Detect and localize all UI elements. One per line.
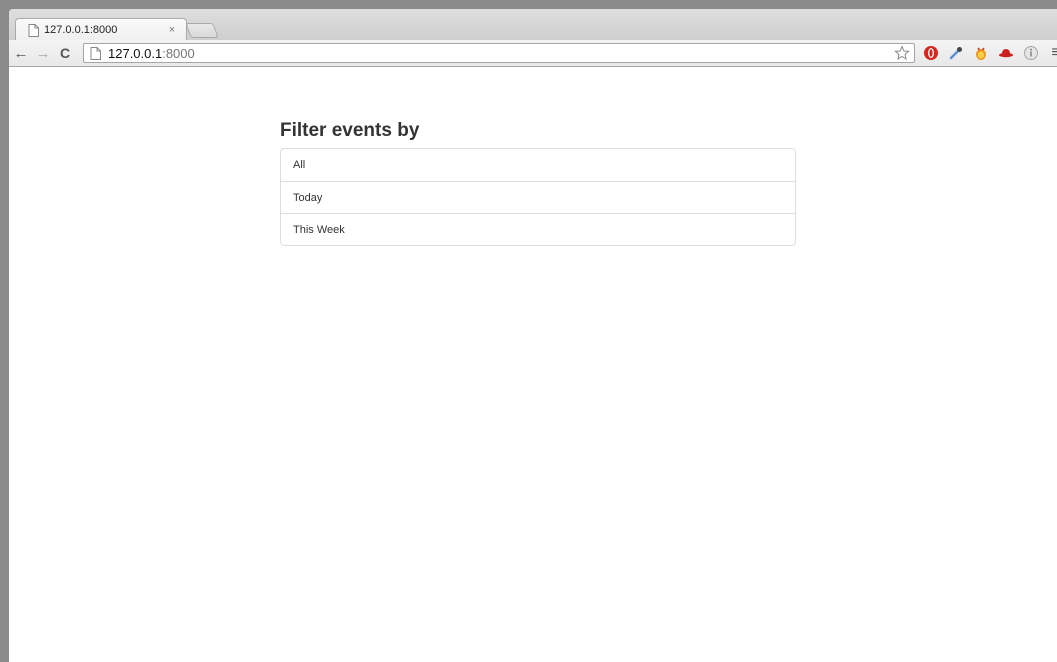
filter-list: All Today This Week [280, 148, 796, 246]
redhat-icon[interactable] [995, 42, 1017, 64]
close-tab-icon[interactable]: × [166, 24, 178, 36]
filter-item-this-week[interactable]: This Week [281, 213, 795, 245]
url-host: 127.0.0.1 [108, 45, 163, 61]
extension-icons: ≡ [920, 42, 1057, 64]
new-tab-button[interactable] [185, 23, 219, 38]
page-icon [28, 23, 39, 37]
back-icon[interactable]: ← [11, 43, 31, 63]
star-icon[interactable] [894, 45, 910, 61]
opera-icon[interactable] [920, 42, 942, 64]
filter-item-today[interactable]: Today [281, 181, 795, 213]
firebug-icon[interactable] [970, 42, 992, 64]
forward-icon[interactable]: → [33, 43, 53, 63]
page-content: Filter events by All Today This Week [9, 68, 1057, 662]
eyedropper-icon[interactable] [945, 42, 967, 64]
browser-toolbar: ← → C 127.0.0.1:8000 ≡ [9, 40, 1057, 67]
browser-tab[interactable]: 127.0.0.1:8000 × [15, 18, 187, 41]
info-icon[interactable] [1020, 42, 1042, 64]
url-port: :8000 [162, 45, 195, 61]
page-title: Filter events by [280, 120, 420, 141]
address-bar[interactable]: 127.0.0.1:8000 [83, 43, 915, 63]
menu-icon[interactable]: ≡ [1045, 42, 1057, 64]
filter-item-all[interactable]: All [281, 149, 795, 181]
tab-strip: 127.0.0.1:8000 × [9, 9, 1057, 41]
page-icon [90, 46, 101, 60]
browser-window: 127.0.0.1:8000 × ← → C 127.0.0.1:8000 ≡… [9, 9, 1057, 662]
reload-icon[interactable]: C [55, 43, 75, 63]
tab-title: 127.0.0.1:8000 [44, 24, 118, 36]
